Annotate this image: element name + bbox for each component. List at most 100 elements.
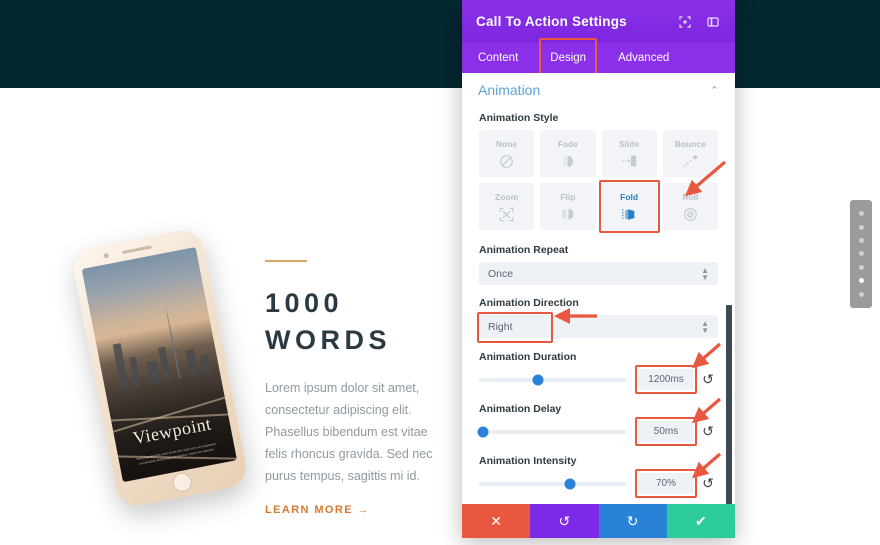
site-body: Viewpoint Sed ut perspiciatis unde omnis… [0, 88, 880, 545]
roll-icon [683, 207, 698, 222]
settings-panel-body: Animation ⌃ Animation Style None Fade Slid… [462, 73, 735, 504]
section-title: Animation [478, 82, 541, 98]
animation-style-options[interactable]: None Fade Slide Bounce Zoom Flip Fold Roll [479, 130, 718, 233]
page-dot-navigation[interactable] [850, 200, 872, 308]
select-caret-icon: ▲ ▼ [701, 265, 709, 282]
animation-direction-label: Animation Direction [479, 297, 579, 309]
animation-intensity-slider-row[interactable]: 70% ↺ [479, 469, 718, 498]
animation-duration-track[interactable] [479, 374, 626, 385]
bounce-icon [682, 154, 699, 169]
phone-speaker [121, 245, 153, 255]
expand-icon[interactable] [676, 13, 693, 30]
tab-design[interactable]: Design [534, 38, 602, 77]
page-dot-1[interactable] [858, 211, 864, 217]
phone-mockup: Viewpoint Sed ut perspiciatis unde omnis… [70, 226, 250, 518]
animation-style-field: Animation Style None Fade Slide Bounce Zoom F… [462, 112, 735, 233]
zoom-icon [499, 207, 514, 222]
save-button[interactable]: ✔ [666, 504, 735, 538]
animation-direction-field: Animation Direction Right ▲ ▼ [462, 297, 735, 343]
animation-repeat-value: Once [488, 267, 514, 280]
animation-style-option-label: Zoom [495, 191, 519, 202]
layout-toggle-icon[interactable] [704, 13, 721, 30]
learn-more-link[interactable]: LEARN MORE → [265, 504, 370, 516]
animation-style-option-label: Fade [557, 138, 578, 149]
animation-intensity-reset-icon[interactable]: ↺ [698, 475, 718, 492]
animation-style-option-bounce[interactable]: Bounce [662, 130, 718, 177]
page-dot-3[interactable] [858, 238, 864, 244]
animation-duration-label: Animation Duration [479, 351, 577, 363]
modal-title: Call To Action Settings [476, 14, 627, 29]
animation-delay-reset-icon[interactable]: ↺ [698, 423, 718, 440]
modal-tabs[interactable]: Content Design Advanced [462, 38, 735, 77]
animation-duration-field: Animation Duration 1200ms ↺ [462, 351, 735, 394]
tab-advanced[interactable]: Advanced [602, 43, 685, 73]
hero-divider-rule [265, 260, 307, 262]
slide-icon [621, 154, 637, 168]
animation-section-header[interactable]: Animation ⌃ [462, 73, 735, 102]
animation-intensity-knob[interactable] [564, 478, 576, 489]
tab-content[interactable]: Content [462, 43, 534, 73]
animation-style-option-flip[interactable]: Flip [540, 183, 596, 230]
tab-label: Advanced [618, 52, 670, 64]
button-glyph: ✔ [695, 512, 707, 529]
animation-style-option-zoom[interactable]: Zoom [479, 183, 535, 230]
page-dot-7[interactable] [858, 291, 864, 297]
hero-text-column: 1000 WORDS Lorem ipsum dolor sit amet, c… [265, 260, 450, 518]
cancel-button[interactable]: ✕ [462, 504, 531, 538]
button-glyph: ↻ [626, 512, 639, 529]
animation-delay-knob[interactable] [477, 426, 489, 437]
phone-screen: Viewpoint Sed ut perspiciatis unde omnis… [81, 246, 237, 483]
modal-header: Call To Action Settings [462, 0, 735, 43]
animation-delay-slider-row[interactable]: 50ms ↺ [477, 417, 718, 446]
animation-style-label: Animation Style [479, 112, 559, 124]
animation-delay-label: Animation Delay [479, 403, 562, 415]
animation-style-option-label: Roll [682, 191, 699, 202]
animation-style-option-label: Flip [560, 192, 576, 202]
animation-style-option-fold[interactable]: Fold [598, 180, 661, 233]
panel-scrollbar[interactable] [726, 305, 732, 504]
animation-style-option-label: Fold [620, 191, 639, 202]
phone-device: Viewpoint Sed ut perspiciatis unde omnis… [70, 226, 250, 510]
animation-repeat-select[interactable]: Once ▲ ▼ [479, 262, 718, 285]
animation-delay-field: Animation Delay 50ms ↺ [462, 403, 735, 446]
phone-home-button [171, 471, 194, 494]
modal-footer[interactable]: ✕ ↺ ↻ ✔ [462, 504, 735, 538]
undo-button[interactable]: ↺ [530, 504, 599, 538]
redo-button[interactable]: ↻ [598, 504, 667, 538]
animation-duration-slider-row[interactable]: 1200ms ↺ [479, 365, 718, 394]
animation-style-option-slide[interactable]: Slide [601, 130, 657, 177]
animation-intensity-value[interactable]: 70% [635, 469, 697, 498]
call-to-action-settings-modal: Call To Action Settings Content Design Adv… [462, 0, 735, 538]
animation-intensity-track[interactable] [479, 478, 626, 489]
fade-icon [560, 154, 575, 169]
animation-duration-knob[interactable] [532, 374, 544, 385]
animation-style-option-none[interactable]: None [479, 130, 535, 177]
animation-repeat-field: Animation Repeat Once ▲ ▼ [462, 244, 735, 285]
animation-delay-track[interactable] [477, 426, 626, 437]
animation-style-option-label: None [496, 138, 518, 149]
animation-style-option-fade[interactable]: Fade [540, 130, 596, 177]
page-dot-5[interactable] [858, 264, 864, 270]
hero-headline-line2: WORDS [265, 325, 391, 355]
hero-paragraph: Lorem ipsum dolor sit amet, consectetur … [265, 381, 433, 483]
animation-style-option-roll[interactable]: Roll [662, 183, 718, 230]
button-glyph: ↺ [558, 512, 571, 529]
page-dot-2[interactable] [858, 224, 864, 230]
animation-duration-reset-icon[interactable]: ↺ [698, 371, 718, 388]
chevron-up-icon[interactable]: ⌃ [710, 84, 719, 97]
animation-repeat-label: Animation Repeat [479, 244, 569, 256]
flip-icon [560, 207, 575, 221]
animation-intensity-label: Animation Intensity [479, 455, 577, 467]
phone-camera [103, 252, 110, 259]
site-header-band [0, 0, 880, 88]
page-dot-4[interactable] [858, 251, 864, 257]
animation-delay-value[interactable]: 50ms [635, 417, 697, 446]
animation-direction-value: Right [488, 320, 513, 333]
hero-headline-line1: 1000 [265, 288, 344, 318]
select-caret-icon: ▲ ▼ [701, 318, 709, 335]
page-dot-6[interactable] [858, 278, 864, 284]
animation-direction-select[interactable]: Right ▲ ▼ [477, 312, 718, 343]
animation-duration-value[interactable]: 1200ms [635, 365, 697, 394]
no-entry-icon [499, 154, 514, 169]
animation-style-option-label: Slide [618, 139, 640, 149]
